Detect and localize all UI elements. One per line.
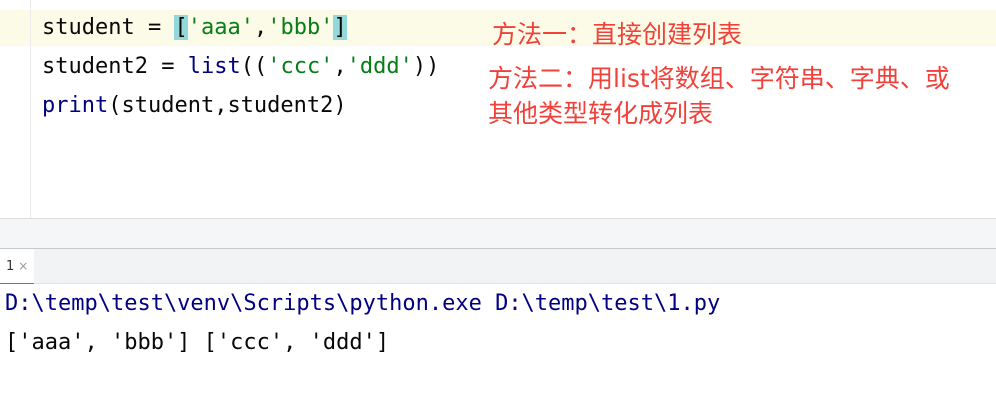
code-line-2[interactable]: student2 = list(('ccc','ddd')) xyxy=(42,49,439,85)
function-name: list xyxy=(187,54,241,79)
string-literal: 'ddd' xyxy=(346,54,413,79)
paren-close: )) xyxy=(412,54,440,79)
annotation-method-1: 方法一：直接创建列表 xyxy=(492,20,743,49)
paren-open: (( xyxy=(240,54,268,79)
gutter-current-line xyxy=(0,10,30,46)
close-icon[interactable]: × xyxy=(18,259,28,273)
operator: = xyxy=(134,15,175,40)
string-literal: 'bbb' xyxy=(267,15,334,40)
panel-splitter[interactable] xyxy=(0,218,996,249)
code-line-3[interactable]: print(student,student2) xyxy=(42,88,347,124)
run-tab[interactable]: 1 × xyxy=(0,249,35,285)
annotation-method-2: 方法二：用list将数组、字符串、字典、或 xyxy=(488,64,950,93)
string-literal: 'aaa' xyxy=(187,15,254,40)
code-line-1[interactable]: student = ['aaa','bbb'] xyxy=(42,10,347,46)
comma: , xyxy=(333,54,347,79)
code-editor[interactable]: student = ['aaa','bbb'] student2 = list(… xyxy=(0,0,996,218)
run-console[interactable]: D:\temp\test\venv\Scripts\python.exe D:\… xyxy=(0,284,996,400)
bracket-close: ] xyxy=(333,15,347,40)
identifier: student xyxy=(42,15,135,40)
call-args: (student,student2) xyxy=(108,93,347,118)
comma: , xyxy=(253,15,268,40)
string-literal: 'ccc' xyxy=(267,54,334,79)
identifier: student2 xyxy=(42,54,148,79)
run-tab-label: 1 xyxy=(6,258,15,274)
bracket-open: [ xyxy=(174,15,188,40)
function-name: print xyxy=(42,93,109,118)
operator: = xyxy=(147,54,188,79)
run-tab-bar: 1 × xyxy=(0,249,996,285)
annotation-method-2-cont: 其他类型转化成列表 xyxy=(488,99,714,128)
console-output-line: ['aaa', 'bbb'] ['ccc', 'ddd'] xyxy=(5,330,390,355)
console-command-line: D:\temp\test\venv\Scripts\python.exe D:\… xyxy=(5,291,721,316)
